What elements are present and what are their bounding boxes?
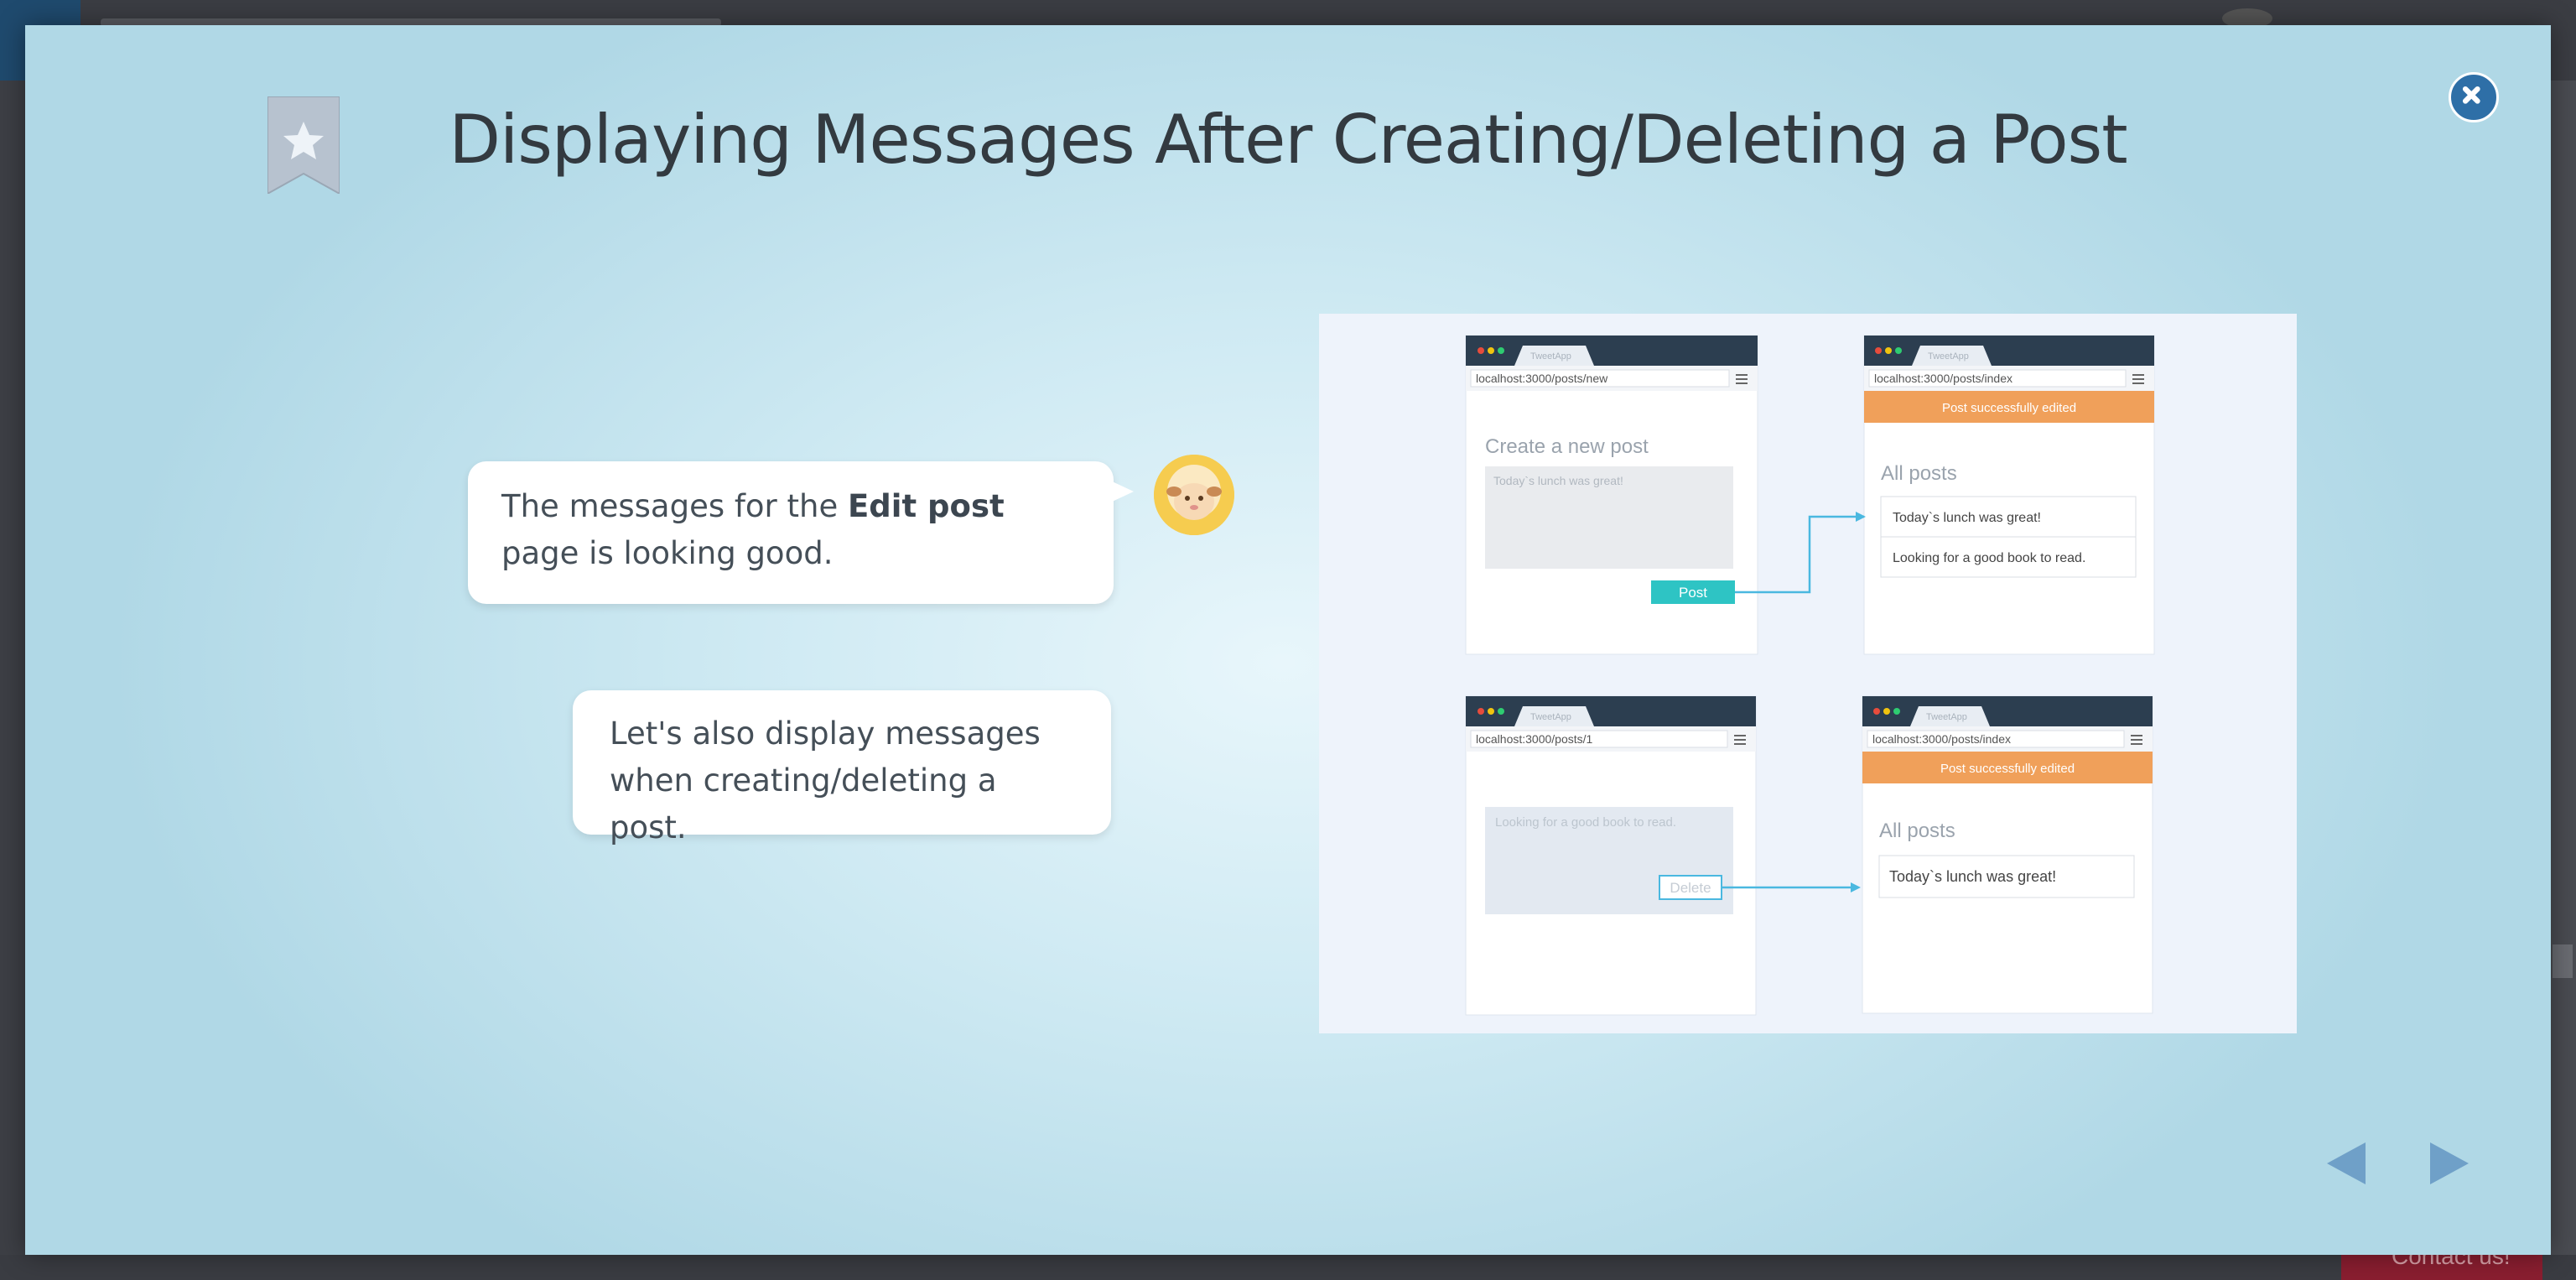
panel-new-post: TweetApp localhost:3000/posts/new Create… <box>1465 335 1758 655</box>
panel-show-post: TweetApp localhost:3000/posts/1 Looking … <box>1465 695 1757 1016</box>
post-button: Post <box>1679 585 1707 601</box>
url-show: localhost:3000/posts/1 <box>1476 732 1593 746</box>
sheep-avatar-icon <box>1154 455 1234 535</box>
browser-tab-label: TweetApp <box>1530 351 1571 362</box>
bubble-text-after: page is looking good. <box>501 535 834 571</box>
new-post-textarea: Today`s lunch was great! <box>1493 474 1623 487</box>
close-button[interactable] <box>2449 72 2499 122</box>
hamburger-menu-icon <box>1734 735 1746 745</box>
url-index-2: localhost:3000/posts/index <box>1872 732 2011 746</box>
background-scrollbar <box>2549 81 2576 1255</box>
url-index: localhost:3000/posts/index <box>1874 372 2012 385</box>
prev-slide-button[interactable] <box>2327 1142 2366 1184</box>
browser-tab-label: TweetApp <box>1530 712 1571 722</box>
page-title: Displaying Messages After Creating/Delet… <box>449 101 2127 179</box>
bubble-text: Let's also display messages when creatin… <box>610 715 1041 846</box>
bubble-tail <box>1109 480 1134 503</box>
url-new: localhost:3000/posts/new <box>1476 372 1608 385</box>
browser-tab-label: TweetApp <box>1928 351 1969 362</box>
all-posts-heading: All posts <box>1881 462 1957 485</box>
hamburger-menu-icon <box>2132 374 2144 384</box>
flash-message-2: Post successfully edited <box>1940 762 2075 776</box>
bubble-text-before: The messages for the <box>501 488 849 524</box>
close-icon <box>2462 86 2480 104</box>
slide-modal: Displaying Messages After Creating/Delet… <box>25 25 2551 1255</box>
all-posts-heading-2: All posts <box>1879 820 1955 842</box>
background-bottombar <box>0 1255 2576 1280</box>
next-slide-button[interactable] <box>2430 1142 2469 1184</box>
post-item: Looking for a good book to read. <box>1893 551 2085 565</box>
post-item: Today`s lunch was great! <box>1889 868 2056 885</box>
new-post-heading: Create a new post <box>1485 435 1649 458</box>
speech-bubble-display-messages: Let's also display messages when creatin… <box>573 690 1111 846</box>
show-post-content: Looking for a good book to read. <box>1495 815 1676 830</box>
flash-message: Post successfully edited <box>1942 401 2076 415</box>
delete-button: Delete <box>1670 880 1711 896</box>
bubble-text-bold: Edit post <box>848 488 1005 524</box>
flow-diagram: TweetApp localhost:3000/posts/new Create… <box>1319 314 2297 1033</box>
panel-index-after-delete: TweetApp localhost:3000/posts/index Post… <box>1862 695 2153 1014</box>
speech-bubble-edit-post: The messages for the Edit post page is l… <box>468 461 1134 604</box>
scrollbar-thumb <box>2553 944 2573 978</box>
panel-index-after-create: TweetApp localhost:3000/posts/index Post… <box>1863 335 2155 655</box>
browser-tab-label: TweetApp <box>1926 712 1967 722</box>
hamburger-menu-icon <box>2131 735 2142 745</box>
hamburger-menu-icon <box>1736 374 1748 384</box>
post-item: Today`s lunch was great! <box>1893 511 2041 525</box>
